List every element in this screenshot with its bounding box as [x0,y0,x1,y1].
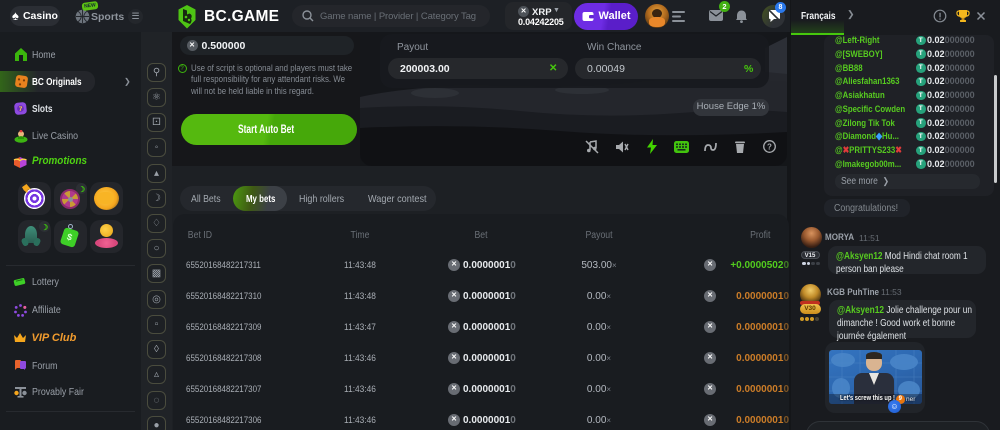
svg-text:?: ? [767,142,772,151]
svg-text:7: 7 [19,106,23,113]
